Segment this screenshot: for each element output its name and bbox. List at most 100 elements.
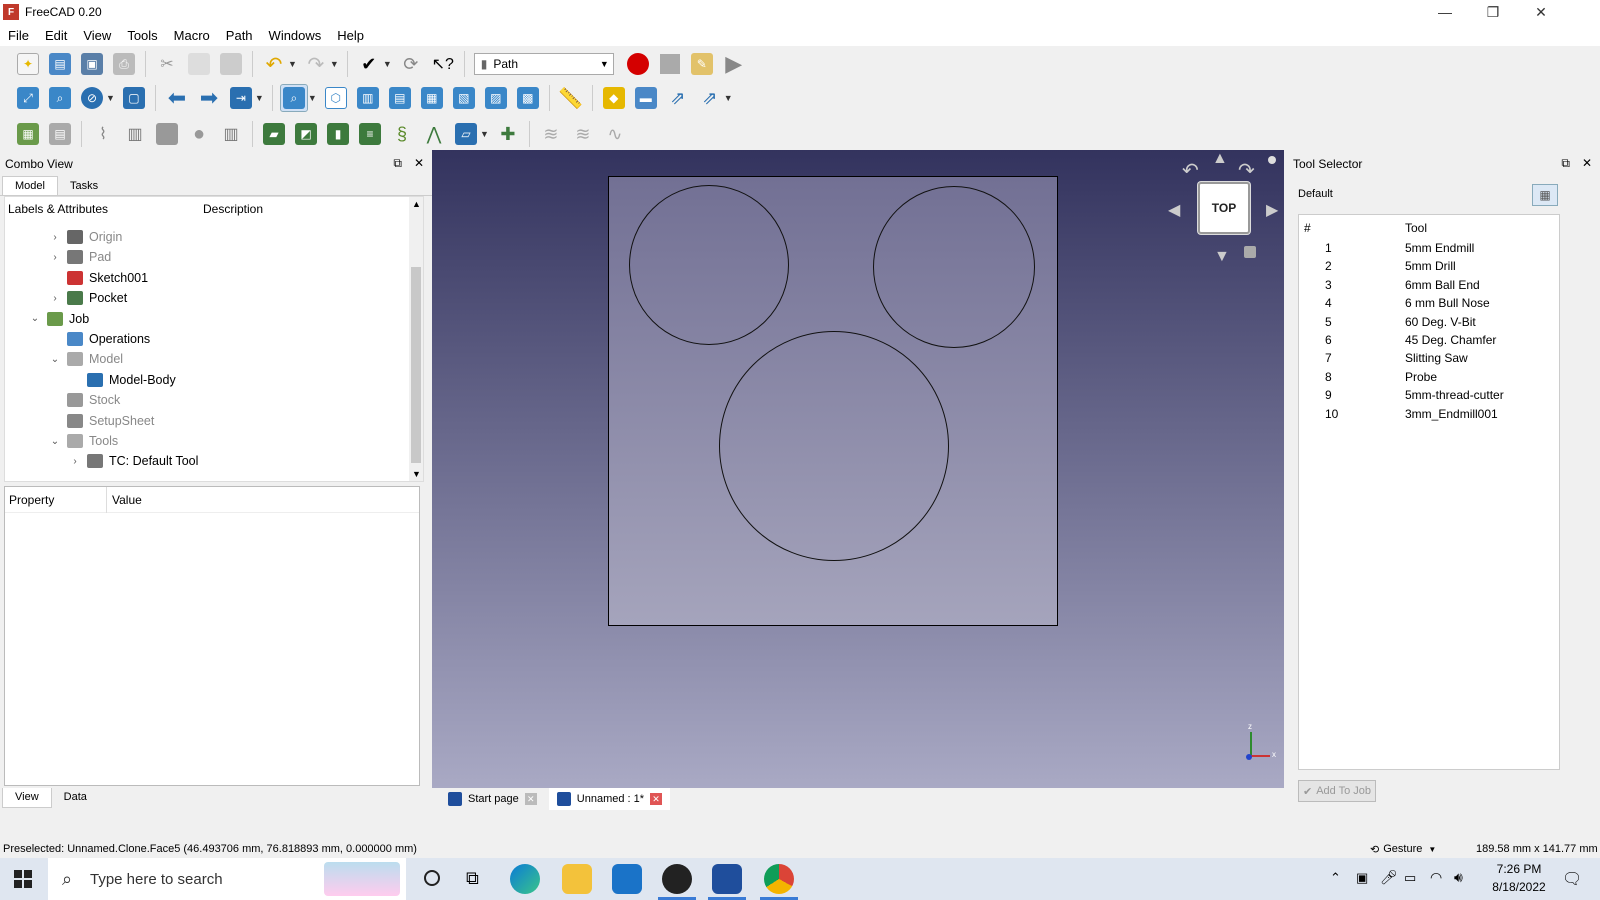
undock-icon[interactable]: ⧉ — [1561, 156, 1570, 171]
add-to-job-button[interactable]: ✔ Add To Job — [1298, 780, 1376, 802]
rear-view-icon[interactable]: ▧ — [450, 84, 478, 112]
menu-edit[interactable]: Edit — [37, 28, 75, 43]
helix-icon[interactable]: § — [388, 120, 416, 148]
property-column-header[interactable]: Property — [5, 486, 107, 513]
undo-icon[interactable]: ↶ — [260, 50, 288, 78]
minimize-button[interactable]: — — [1422, 0, 1468, 24]
obs-studio-icon[interactable] — [662, 864, 692, 894]
close-window-button[interactable]: ✕ — [1518, 0, 1564, 24]
undock-icon[interactable]: ⧉ — [393, 156, 402, 171]
workbench-selector[interactable]: ▮ Path ▼ — [473, 53, 614, 75]
battery-icon[interactable]: ▭ — [1404, 870, 1416, 886]
fit-selection-icon[interactable]: ⌕ — [46, 84, 74, 112]
sphere-icon[interactable]: ● — [185, 120, 213, 148]
macro-run-icon[interactable]: ▶ — [720, 50, 748, 78]
nav-left-arrow-icon[interactable]: ◀ — [1168, 200, 1180, 220]
menu-tools[interactable]: Tools — [119, 28, 165, 43]
tree-item[interactable]: Sketch001 — [49, 268, 148, 288]
twisty-icon[interactable]: ⌄ — [49, 436, 61, 447]
new-file-icon[interactable]: ✦ — [14, 50, 42, 78]
zoom-icon[interactable]: ⌕ — [279, 84, 308, 112]
windows-start-icon[interactable] — [14, 870, 32, 888]
top-view-icon[interactable]: ▤ — [386, 84, 414, 112]
cortana-icon[interactable] — [424, 870, 440, 886]
draw-style-icon[interactable]: ⊘ — [78, 84, 106, 112]
tool-row[interactable]: 3 6mm Ball End — [1299, 278, 1559, 296]
cut-icon[interactable]: ✂ — [153, 50, 181, 78]
nav-up-arrow-icon[interactable]: ▲ — [1212, 150, 1228, 168]
tree-item[interactable]: ⌄ Model — [49, 349, 123, 369]
refresh-check-icon[interactable]: ✔ — [355, 50, 383, 78]
tab-data[interactable]: Data — [52, 788, 99, 808]
menu-macro[interactable]: Macro — [166, 28, 218, 43]
engrave-icon[interactable]: ⋀ — [420, 120, 448, 148]
twisty-icon[interactable]: › — [69, 456, 81, 467]
twisty-icon[interactable]: › — [49, 232, 61, 243]
tree-item[interactable]: Stock — [49, 390, 120, 410]
face-icon[interactable]: ≡ — [356, 120, 384, 148]
macro-edit-icon[interactable]: ✎ — [688, 50, 716, 78]
tool-row[interactable]: 6 45 Deg. Chamfer — [1299, 333, 1559, 351]
link-actions-icon[interactable]: ⇗ — [696, 84, 724, 112]
tool-row[interactable]: 10 3mm_Endmill001 — [1299, 407, 1559, 425]
tool-row[interactable]: 4 6 mm Bull Nose — [1299, 296, 1559, 314]
tree-item[interactable]: Operations — [49, 329, 150, 349]
tool-row[interactable]: 7 Slitting Saw — [1299, 351, 1559, 369]
nav-menu-dot-icon[interactable] — [1268, 156, 1276, 164]
drilling-icon[interactable]: ▮ — [324, 120, 352, 148]
stock-icon[interactable] — [153, 120, 181, 148]
menu-view[interactable]: View — [75, 28, 119, 43]
notifications-icon[interactable]: 🗨︎ — [1562, 869, 1582, 889]
paste-icon[interactable] — [217, 50, 245, 78]
labels-column-header[interactable]: Labels & Attributes — [8, 202, 108, 216]
tab-start-page[interactable]: Start page ✕ — [440, 788, 545, 810]
front-view-icon[interactable]: ▥ — [354, 84, 382, 112]
menu-file[interactable]: File — [0, 28, 37, 43]
close-tab-icon[interactable]: ✕ — [524, 793, 537, 805]
simulator-icon[interactable]: ▥ — [121, 120, 149, 148]
forward-arrow-icon[interactable]: ➡ — [195, 84, 223, 112]
library-editor-icon[interactable]: ▦ — [1532, 184, 1558, 206]
file-explorer-icon[interactable] — [562, 864, 592, 894]
twisty-icon[interactable]: ⌄ — [49, 354, 61, 365]
twisty-icon[interactable]: ⌄ — [29, 313, 41, 324]
description-column-header[interactable]: Description — [203, 202, 263, 216]
tool-number-header[interactable]: # — [1304, 221, 1311, 235]
tree-item[interactable]: › Pad — [49, 247, 111, 267]
hole-center[interactable] — [719, 331, 949, 561]
tree-item[interactable]: ⌄ Tools — [49, 431, 118, 451]
twisty-icon[interactable]: › — [49, 252, 61, 263]
print-icon[interactable]: ⎙ — [110, 50, 138, 78]
close-panel-icon[interactable]: ✕ — [414, 156, 424, 171]
nav-right-arrow-icon[interactable]: ▶ — [1266, 200, 1278, 220]
tree-item[interactable]: SetupSheet — [49, 411, 154, 431]
redo-icon[interactable]: ↷ — [302, 50, 330, 78]
scrollbar-thumb[interactable] — [411, 267, 421, 463]
close-panel-icon[interactable]: ✕ — [1582, 156, 1592, 171]
navigation-cube[interactable]: TOP — [1198, 182, 1250, 234]
edge-browser-icon[interactable] — [510, 864, 540, 894]
surface-icon[interactable]: ≋ — [569, 120, 597, 148]
tree-item[interactable]: › Origin — [49, 227, 122, 247]
create-group-icon[interactable]: ▬ — [632, 84, 660, 112]
right-view-icon[interactable]: ▦ — [418, 84, 446, 112]
bounding-box-icon[interactable]: ▢ — [120, 84, 148, 112]
nav-small-cube-icon[interactable] — [1244, 246, 1256, 258]
menu-help[interactable]: Help — [329, 28, 372, 43]
whats-this-icon[interactable]: ↖? — [429, 50, 457, 78]
recompute-icon[interactable]: ⟳ — [397, 50, 425, 78]
pocket-shape-icon[interactable]: ◩ — [292, 120, 320, 148]
tree-item[interactable]: › TC: Default Tool — [69, 451, 198, 471]
menu-path[interactable]: Path — [218, 28, 261, 43]
back-arrow-icon[interactable]: ⬅ — [163, 84, 191, 112]
3d-viewport[interactable]: ▲ ↶ ↷ ◀ ▶ ▼ TOP z x — [432, 150, 1284, 788]
chrome-icon[interactable] — [764, 864, 794, 894]
link-view-icon[interactable]: ⇥ — [227, 84, 255, 112]
microphone-icon[interactable]: 🎤︎ — [1380, 869, 1398, 886]
toolbit-library-icon[interactable]: ▥ — [217, 120, 245, 148]
taskbar-search-box[interactable]: ⌕ Type here to search — [48, 858, 406, 900]
meet-now-icon[interactable]: ▣ — [1356, 870, 1368, 886]
tab-view[interactable]: View — [2, 788, 52, 808]
clock[interactable]: 7:26 PM 8/18/2022 — [1484, 862, 1554, 894]
tool-name-header[interactable]: Tool — [1405, 221, 1427, 235]
